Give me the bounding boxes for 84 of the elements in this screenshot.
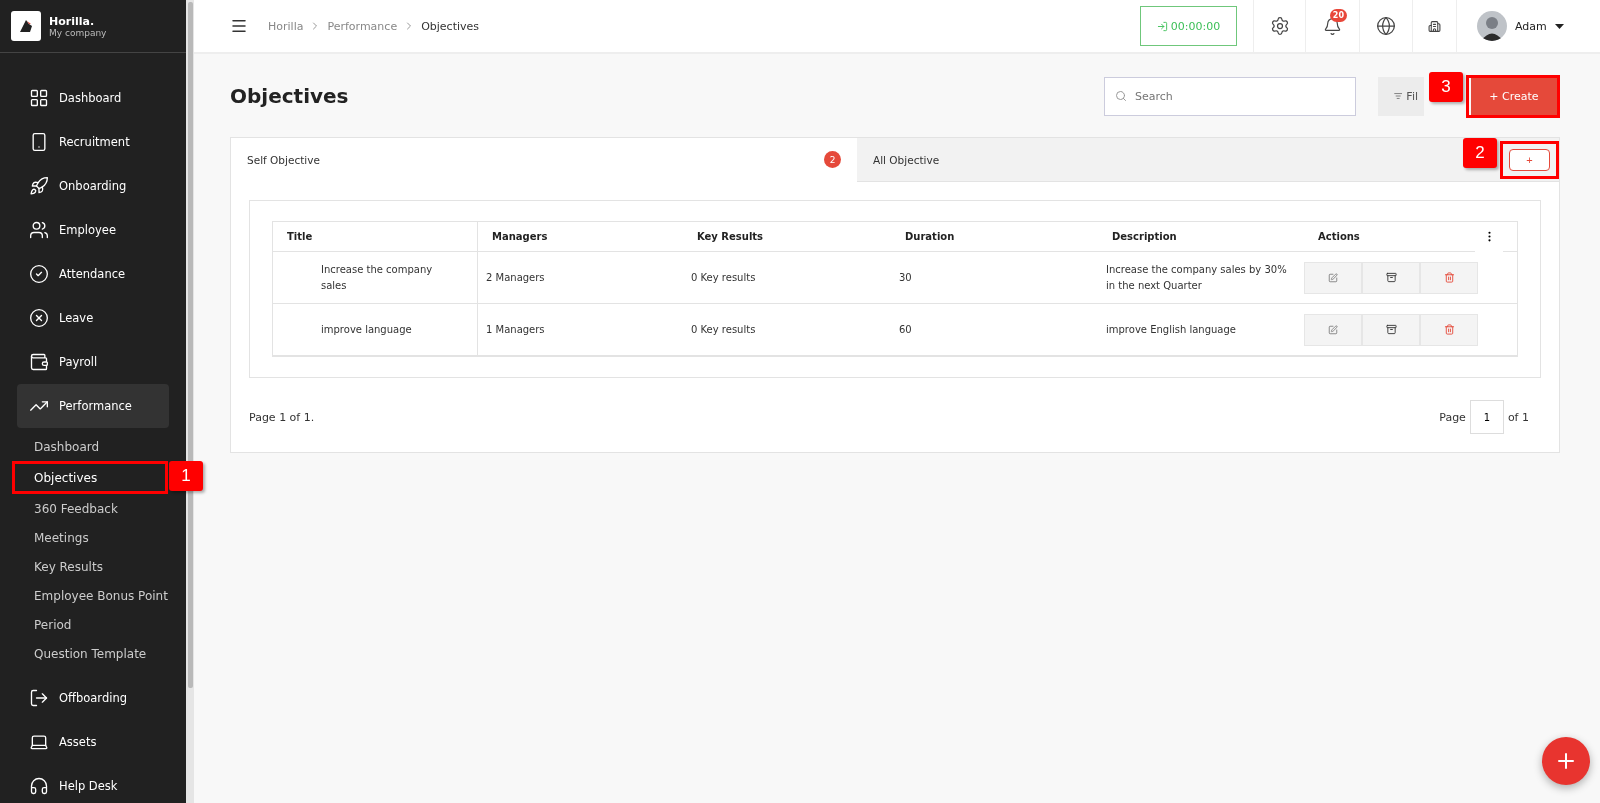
- callout-number: 3: [1429, 71, 1463, 102]
- wallet-icon: [29, 352, 49, 372]
- company-name: My company: [49, 27, 107, 38]
- trash-icon: [1443, 324, 1455, 335]
- submenu-item[interactable]: Employee Bonus Point: [0, 581, 169, 610]
- archive-icon: [1385, 272, 1397, 283]
- tab[interactable]: Self Objective 2: [231, 137, 857, 182]
- column-header: Key Results: [683, 222, 891, 252]
- search-input[interactable]: Search: [1133, 88, 1345, 104]
- archive-button[interactable]: [1362, 313, 1420, 346]
- nav-item[interactable]: Recruitment: [17, 120, 169, 164]
- nav-item[interactable]: Leave: [17, 296, 169, 340]
- table-cell: 60: [891, 304, 1098, 356]
- column-header: Managers: [478, 222, 683, 252]
- table-cell: 1 Managers: [478, 304, 683, 356]
- users-icon: [29, 220, 49, 240]
- table-cell: 0 Key results: [683, 252, 891, 304]
- column-header: Duration: [891, 222, 1098, 252]
- submenu-item[interactable]: Meetings: [0, 523, 169, 552]
- archive-icon: [1385, 324, 1397, 335]
- page-label: Page: [1439, 410, 1466, 424]
- create-button[interactable]: + Create: [1471, 77, 1557, 115]
- x-circle-icon: [29, 308, 49, 328]
- nav-item[interactable]: Employee: [17, 208, 169, 252]
- search-icon: [1115, 90, 1127, 102]
- nav-item[interactable]: Help Desk: [17, 764, 169, 803]
- notification-badge: 20: [1329, 9, 1347, 22]
- table-cell: improve language: [273, 304, 478, 356]
- tab[interactable]: All Objective: [857, 137, 956, 182]
- page-input[interactable]: 1: [1469, 400, 1504, 434]
- caret-icon[interactable]: [1554, 23, 1564, 29]
- logo-icon: [11, 11, 41, 41]
- edit-icon: [1328, 324, 1338, 335]
- globe-icon[interactable]: [1376, 16, 1396, 36]
- menu-icon[interactable]: [230, 17, 248, 35]
- column-header: Description: [1098, 222, 1304, 252]
- headset-icon: [29, 776, 49, 796]
- callout-number: 2: [1463, 137, 1497, 168]
- submenu-item[interactable]: Key Results: [0, 552, 169, 581]
- nav-item[interactable]: Attendance: [17, 252, 169, 296]
- avatar[interactable]: [1477, 11, 1507, 41]
- table-cell: 0 Key results: [683, 304, 891, 356]
- search-field[interactable]: Search: [1104, 76, 1356, 116]
- edit-icon: [1328, 272, 1338, 283]
- brand-name: Horilla.: [49, 14, 96, 28]
- add-tab-button[interactable]: +: [1509, 148, 1550, 171]
- grid-icon: [29, 88, 49, 108]
- page-summary: Page 1 of 1.: [249, 410, 315, 424]
- filter-icon: [1394, 90, 1403, 102]
- nav-item[interactable]: Performance: [17, 384, 169, 428]
- exit-icon: [29, 688, 49, 708]
- add-fab-button[interactable]: [1542, 737, 1590, 785]
- column-header: Actions: [1304, 222, 1517, 252]
- count-badge: 2: [824, 151, 841, 168]
- nav-item[interactable]: Payroll: [17, 340, 169, 384]
- submenu-item[interactable]: Question Template: [0, 639, 169, 668]
- table-cell: 2 Managers: [478, 252, 683, 304]
- bell-icon[interactable]: [1323, 16, 1342, 36]
- settings-icon[interactable]: [1269, 16, 1290, 36]
- archive-button[interactable]: [1362, 261, 1420, 294]
- trash-icon: [1443, 272, 1455, 283]
- nav-item[interactable]: Assets: [17, 720, 169, 764]
- clock-in-icon: [1156, 20, 1168, 32]
- breadcrumb-link[interactable]: Objectives: [421, 19, 480, 33]
- rocket-icon: [29, 176, 49, 196]
- filter-button[interactable]: Fil: [1378, 76, 1424, 116]
- column-header: Title: [273, 222, 478, 252]
- table-cell: 30: [891, 252, 1098, 304]
- building-icon[interactable]: [1428, 19, 1441, 33]
- submenu-item[interactable]: Dashboard: [0, 432, 169, 461]
- check-circle-icon: [29, 264, 49, 284]
- nav-item[interactable]: Dashboard: [17, 76, 169, 120]
- submenu-item[interactable]: 360 Feedback: [0, 494, 169, 523]
- submenu-item[interactable]: Objectives: [15, 464, 165, 491]
- callout-number: 1: [169, 461, 203, 491]
- breadcrumb-link[interactable]: Horilla: [268, 19, 304, 33]
- nav-item[interactable]: Onboarding: [17, 164, 169, 208]
- page-total: of 1: [1507, 410, 1529, 424]
- submenu-item[interactable]: Period: [0, 610, 169, 639]
- user-name[interactable]: Adam: [1515, 19, 1547, 33]
- nav-item[interactable]: Offboarding: [17, 676, 169, 720]
- table-cell: Increase the company sales: [273, 252, 478, 304]
- breadcrumb-link[interactable]: Performance: [327, 19, 398, 33]
- page-title: Objectives: [230, 84, 350, 108]
